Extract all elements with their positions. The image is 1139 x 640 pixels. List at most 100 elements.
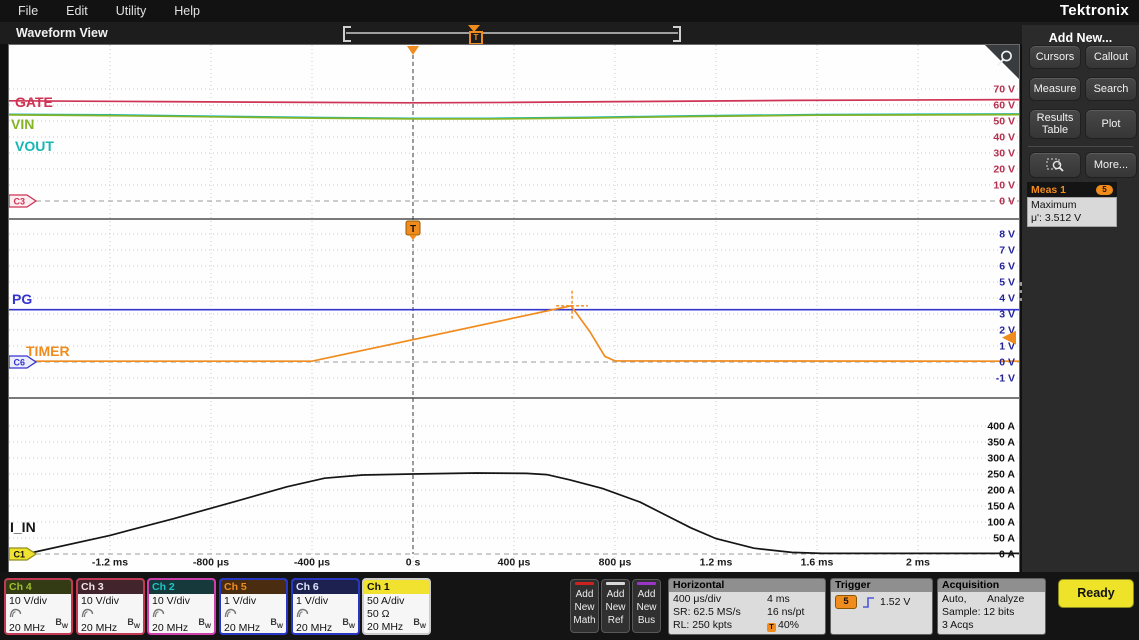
channel-badge-ch-6[interactable]: Ch 61 V/div20 MHzBW: [291, 578, 360, 635]
channel-name: Ch 2: [149, 580, 214, 594]
acquisition-count: 3 Acqs: [942, 619, 1041, 632]
menu-bar: File Edit Utility Help Tektronix: [0, 0, 1139, 22]
bandwidth-limit-icon: BW: [127, 616, 140, 633]
svg-text:-1.2 ms: -1.2 ms: [92, 557, 128, 569]
svg-text:3 V: 3 V: [999, 309, 1015, 321]
menu-utility[interactable]: Utility: [116, 4, 147, 18]
svg-text:4 V: 4 V: [999, 293, 1015, 305]
waveform-view[interactable]: GATEVINVOUTPGTIMERI_IN70 V60 V50 V40 V30…: [8, 44, 1020, 574]
add-new-measure[interactable]: Measure: [1029, 77, 1081, 101]
svg-text:-1 V: -1 V: [996, 373, 1015, 385]
svg-text:2 ms: 2 ms: [906, 557, 930, 569]
add-new-ref[interactable]: AddNewRef: [601, 579, 630, 633]
channel-scale: 50 A/div: [367, 595, 426, 608]
add-new-cursors[interactable]: Cursors: [1029, 45, 1081, 69]
svg-text:-400 μs: -400 μs: [294, 557, 330, 569]
add-new-bus[interactable]: AddNewBus: [632, 579, 661, 633]
channel-marker-c3[interactable]: C3: [9, 195, 36, 207]
probe-icon: [224, 608, 237, 618]
record-view-line: [346, 32, 678, 34]
bandwidth-limit-icon: BW: [342, 616, 355, 633]
channel-badge-ch-3[interactable]: Ch 310 V/div20 MHzBW: [76, 578, 145, 635]
svg-text:30 V: 30 V: [993, 148, 1015, 160]
horizontal-resolution: 16 ns/pt: [767, 606, 821, 619]
horizontal-badge[interactable]: Horizontal 400 μs/div4 ms SR: 62.5 MS/s1…: [668, 578, 826, 635]
measurement-badge-meas1[interactable]: Meas 1 5 Maximum μ': 3.512 V: [1027, 182, 1117, 227]
sidebar: Add New... More... Meas 1 5 Maximum μ': …: [1022, 25, 1139, 572]
channel-name: Ch 5: [221, 580, 286, 594]
horizontal-record-length: RL: 250 kpts: [673, 619, 767, 632]
tab-waveform-view[interactable]: Waveform View: [16, 26, 108, 40]
channel-badge-ch-4[interactable]: Ch 410 V/div20 MHzBW: [4, 578, 73, 635]
more-button[interactable]: More...: [1085, 152, 1137, 178]
svg-text:5 V: 5 V: [999, 277, 1015, 289]
svg-text:C6: C6: [14, 358, 26, 368]
svg-text:20 V: 20 V: [993, 164, 1015, 176]
trace-label-vin: VIN: [11, 116, 34, 132]
zoom-select-button[interactable]: [1029, 152, 1081, 178]
channel-badge-ch-5[interactable]: Ch 51 V/div20 MHzBW: [219, 578, 288, 635]
trigger-position-percent: 40%: [778, 619, 799, 631]
trace-label-pg: PG: [12, 291, 32, 307]
svg-text:150 A: 150 A: [987, 501, 1015, 513]
zoom-corner-icon[interactable]: [985, 45, 1019, 79]
svg-text:0 A: 0 A: [999, 549, 1015, 561]
measurement-source-badge: 5: [1096, 185, 1113, 195]
svg-text:C1: C1: [14, 550, 26, 560]
add-new-callout[interactable]: Callout: [1085, 45, 1137, 69]
svg-text:8 V: 8 V: [999, 229, 1015, 241]
acquisition-mode: Auto,: [942, 593, 987, 606]
add-new-results-table[interactable]: Results Table: [1029, 109, 1081, 139]
svg-text:800 μs: 800 μs: [599, 557, 632, 569]
channel-scale: 10 V/div: [152, 595, 211, 608]
trigger-badge-panel[interactable]: Trigger 5 1.52 V: [830, 578, 933, 635]
trigger-position-badge[interactable]: T: [469, 31, 483, 45]
menu-file[interactable]: File: [18, 4, 38, 18]
rising-edge-icon: [862, 596, 875, 609]
menu-help[interactable]: Help: [174, 4, 200, 18]
channel-name: Ch 6: [293, 580, 358, 594]
tektronix-logo: Tektronix: [1060, 2, 1129, 19]
add-new-search[interactable]: Search: [1085, 77, 1137, 101]
svg-text:50 A: 50 A: [993, 533, 1015, 545]
svg-text:60 V: 60 V: [993, 100, 1015, 112]
channel-badge-ch-1[interactable]: Ch 150 A/div50 Ω20 MHzBW: [362, 578, 431, 635]
accent-strip: [637, 582, 656, 585]
bandwidth-limit-icon: BW: [55, 616, 68, 633]
channel-scale: 10 V/div: [81, 595, 140, 608]
channel-scale: 10 V/div: [9, 595, 68, 608]
record-view-left-bracket: [343, 26, 351, 42]
ready-status: Ready: [1058, 579, 1134, 608]
trigger-level-value: 1.52 V: [880, 596, 910, 608]
accent-strip: [575, 582, 594, 585]
measurement-max-marker: [556, 291, 588, 321]
channel-marker-c1[interactable]: C1: [9, 548, 36, 560]
svg-text:400 μs: 400 μs: [498, 557, 531, 569]
record-view-minimap[interactable]: T: [343, 25, 681, 42]
menu-edit[interactable]: Edit: [66, 4, 88, 18]
channel-name: Ch 3: [78, 580, 143, 594]
trigger-position-flag-icon: T: [767, 623, 776, 632]
trace-label-i-in: I_IN: [10, 519, 36, 535]
svg-text:0 V: 0 V: [999, 196, 1015, 208]
trace-label-vout: VOUT: [15, 138, 54, 154]
channel-badge-ch-2[interactable]: Ch 210 V/div20 MHzBW: [147, 578, 216, 635]
trigger-position-marker[interactable]: [407, 46, 419, 55]
measurement-type: Maximum: [1031, 199, 1113, 212]
add-new-plot[interactable]: Plot: [1085, 109, 1137, 139]
channel-name: Ch 4: [6, 580, 71, 594]
svg-text:C3: C3: [14, 197, 26, 207]
horizontal-duration: 4 ms: [767, 593, 821, 606]
svg-text:200 A: 200 A: [987, 485, 1015, 497]
measurement-value: μ': 3.512 V: [1031, 212, 1113, 225]
waveform-plot[interactable]: GATEVINVOUTPGTIMERI_IN70 V60 V50 V40 V30…: [9, 45, 1019, 573]
bandwidth-limit-icon: BW: [198, 616, 211, 633]
channel-scale: 1 V/div: [296, 595, 355, 608]
add-new-math[interactable]: AddNewMath: [570, 579, 599, 633]
svg-text:40 V: 40 V: [993, 132, 1015, 144]
trigger-badge[interactable]: T: [406, 221, 420, 240]
acquisition-badge[interactable]: Acquisition Auto,Analyze Sample: 12 bits…: [937, 578, 1046, 635]
trace-label-timer: TIMER: [26, 343, 70, 359]
sidebar-divider: [1028, 146, 1133, 147]
probe-icon: [152, 608, 165, 618]
